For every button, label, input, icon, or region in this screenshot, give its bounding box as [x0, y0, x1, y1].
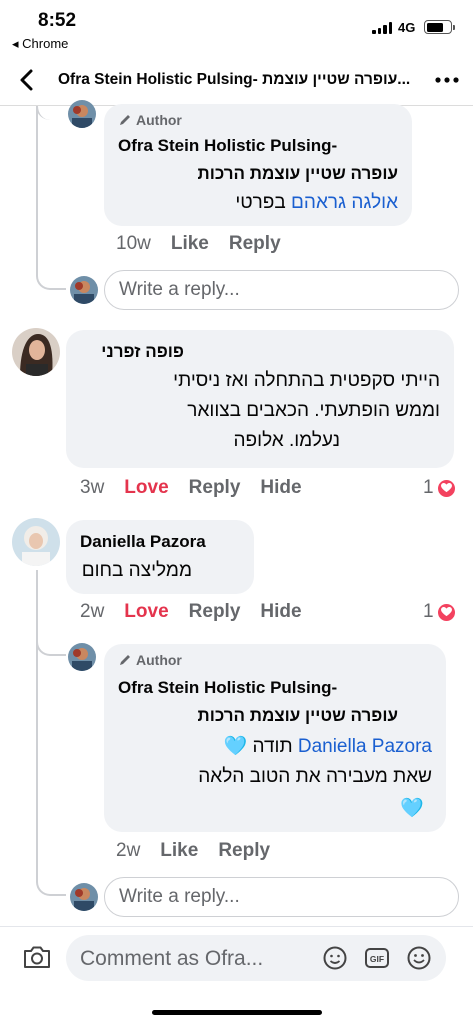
commenter-name-hebrew[interactable]: עופרה שטיין עוצמת הרכות: [198, 164, 399, 184]
pencil-icon: [120, 655, 130, 665]
camera-icon[interactable]: [22, 944, 52, 970]
like-button[interactable]: Like: [160, 840, 198, 862]
signal-icon: [372, 22, 392, 34]
hide-button[interactable]: Hide: [260, 477, 301, 499]
reply-button[interactable]: Reply: [189, 601, 241, 623]
comment-bubble: Author Ofra Stein Holistic Pulsing- עופר…: [104, 104, 412, 226]
pencil-icon: [120, 115, 130, 125]
heart-icon: [436, 478, 456, 498]
comment-text: אולגה גראהם בפרטי: [235, 192, 398, 213]
avatar: [70, 883, 98, 911]
hide-button[interactable]: Hide: [260, 601, 301, 623]
thread-curve: [36, 866, 66, 896]
commenter-name[interactable]: Daniella Pazora: [80, 532, 206, 552]
heart-icon: [436, 602, 456, 622]
comment-bubble: Author Ofra Stein Holistic Pulsing- עופר…: [104, 644, 446, 832]
back-to-app-link[interactable]: ◂ Chrome: [12, 36, 68, 52]
thread-line: [36, 570, 38, 876]
comment-text: ממליצה בחום: [81, 560, 192, 581]
author-badge: Author: [118, 112, 182, 128]
comment-bubble: פופה זפרני הייתי סקפטית בהתחלה ואז ניסית…: [66, 330, 454, 468]
comment-text-line: שאת מעבירה את הטוב הלאה: [198, 766, 432, 787]
reaction-count[interactable]: 1: [423, 601, 456, 623]
thread-curve: [36, 260, 66, 290]
reply-button[interactable]: Reply: [189, 477, 241, 499]
comment-text-line: וממש הופתעתי. הכאבים בצוואר: [187, 400, 440, 421]
comment-actions: 2w Like Reply: [116, 840, 270, 862]
comment-text-line: נעלמו. אלופה: [233, 430, 341, 451]
love-reaction-button[interactable]: Love: [124, 601, 168, 623]
light-blue-heart-icon: 🩵: [400, 798, 424, 819]
avatar[interactable]: [68, 100, 96, 128]
mention-link[interactable]: אולגה גראהם: [291, 192, 398, 213]
thread-curve: [36, 106, 64, 120]
svg-text:GIF: GIF: [370, 954, 384, 964]
reaction-count[interactable]: 1: [423, 477, 456, 499]
sticker-icon[interactable]: [322, 945, 348, 971]
comment-placeholder: Comment as Ofra...: [80, 947, 264, 970]
comment-actions: 2w Love Reply Hide: [80, 601, 302, 623]
commenter-name[interactable]: Ofra Stein Holistic Pulsing-: [118, 678, 337, 698]
timestamp[interactable]: 3w: [80, 477, 104, 499]
back-chevron-icon[interactable]: [14, 66, 42, 94]
like-button[interactable]: Like: [171, 233, 209, 255]
love-reaction-button[interactable]: Love: [124, 477, 168, 499]
thread-line: [36, 106, 38, 270]
avatar[interactable]: [68, 643, 96, 671]
status-time: 8:52: [38, 10, 77, 31]
mention-link[interactable]: Daniella Pazora: [298, 736, 432, 757]
author-badge: Author: [118, 652, 182, 668]
commenter-name[interactable]: Ofra Stein Holistic Pulsing-: [118, 136, 337, 156]
comment-text-line: Daniella Pazora תודה 🩵: [223, 736, 432, 757]
gif-icon[interactable]: GIF: [364, 945, 390, 971]
light-blue-heart-icon: 🩵: [223, 736, 248, 757]
reply-button[interactable]: Reply: [218, 840, 270, 862]
home-indicator: [152, 1010, 322, 1015]
avatar[interactable]: [12, 328, 60, 376]
avatar: [70, 276, 98, 304]
battery-icon: [424, 20, 455, 34]
commenter-name-hebrew[interactable]: עופרה שטיין עוצמת הרכות: [198, 706, 399, 726]
timestamp[interactable]: 2w: [116, 840, 140, 862]
comment-input[interactable]: Comment as Ofra... GIF: [66, 935, 446, 981]
more-icon[interactable]: [432, 66, 462, 94]
commenter-name[interactable]: פופה זפרני: [101, 342, 184, 362]
timestamp[interactable]: 2w: [80, 601, 104, 623]
comment-actions: 3w Love Reply Hide: [80, 477, 302, 499]
comment-text-line: הייתי סקפטית בהתחלה ואז ניסיתי: [173, 370, 440, 391]
avatar[interactable]: [12, 518, 60, 566]
network-label: 4G: [398, 20, 416, 35]
reply-input[interactable]: Write a reply...: [104, 270, 459, 310]
comment-bubble: Daniella Pazora ממליצה בחום: [66, 520, 254, 594]
status-bar: 8:52 ◂ Chrome 4G: [0, 0, 473, 56]
comment-actions: 10w Like Reply: [116, 233, 281, 255]
comment-composer-bar: Comment as Ofra... GIF: [0, 926, 473, 1024]
thread-curve: [36, 626, 66, 656]
emoji-icon[interactable]: [406, 945, 432, 971]
reply-input[interactable]: Write a reply...: [104, 877, 459, 917]
post-header: Ofra Stein Holistic Pulsing- עופרה שטיין…: [0, 56, 473, 106]
page-title: Ofra Stein Holistic Pulsing- עופרה שטיין…: [58, 71, 411, 88]
reply-button[interactable]: Reply: [229, 233, 281, 255]
timestamp[interactable]: 10w: [116, 233, 151, 255]
